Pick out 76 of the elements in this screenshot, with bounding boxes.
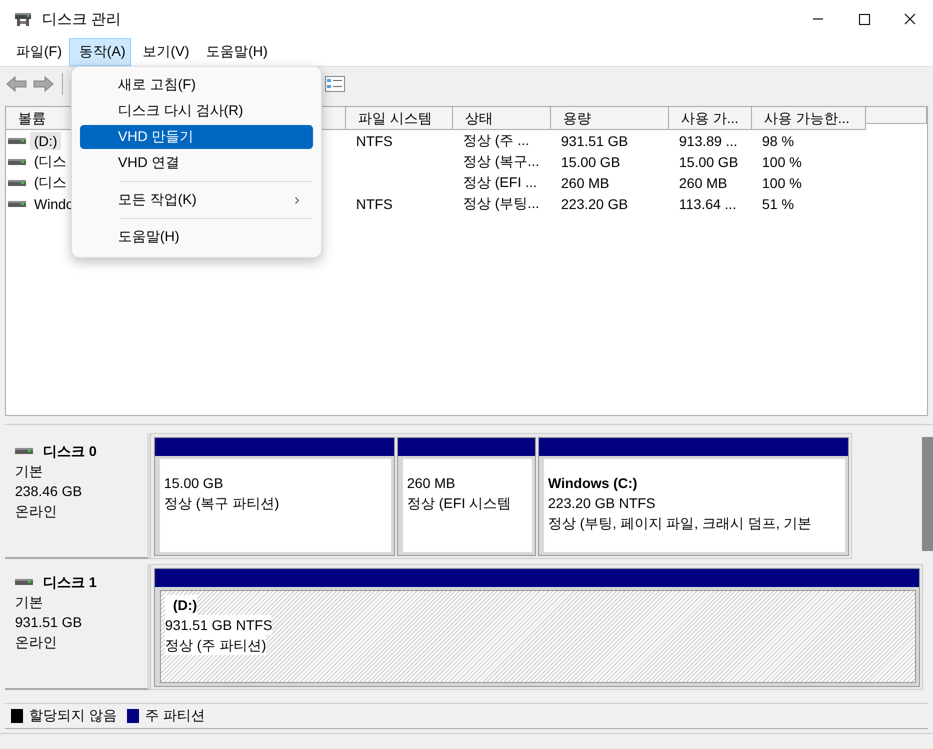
- partition-status: 정상 (EFI 시스템: [407, 494, 512, 513]
- partition-label: (D:): [165, 595, 198, 615]
- disk-type: 기본: [15, 593, 44, 612]
- drive-icon: [8, 200, 26, 208]
- column-header[interactable]: 상태: [453, 107, 551, 130]
- column-header[interactable]: 파일 시스템: [346, 107, 453, 130]
- partition-label: Windows (C:): [548, 474, 638, 493]
- table-cell-text: 51 %: [761, 196, 795, 212]
- menu-item[interactable]: 도움말(H): [80, 225, 313, 249]
- disk-management-icon: [14, 10, 32, 28]
- menu-item[interactable]: 디스크 다시 검사(R): [80, 99, 313, 123]
- chevron-icon: [295, 196, 299, 204]
- drive-icon: [15, 578, 33, 586]
- table-cell-text: 정상 (EFI ...: [462, 174, 538, 192]
- table-cell-text: 931.51 GB: [560, 132, 629, 148]
- menu-item[interactable]: 파일(F): [6, 38, 67, 66]
- partition-block[interactable]: 15.00 GB 정상 (복구 파티션): [160, 459, 391, 552]
- partition-block[interactable]: Windows (C:) 223.20 GB NTFS 정상 (부팅, 페이지 파일, 크래시 덤프, 기본: [544, 459, 845, 552]
- drive-icon: [15, 447, 33, 455]
- table-cell-text: 260 MB: [560, 174, 610, 190]
- disk-name: 디스크 0: [43, 442, 97, 461]
- partition-status: 정상 (복구 파티션): [164, 494, 280, 513]
- table-cell-text: NTFS: [355, 132, 394, 148]
- disk-label-panel[interactable]: 디스크 1 기본 931.51 GB 온라인: [5, 564, 150, 690]
- properties-icon[interactable]: [325, 76, 345, 92]
- menu-item[interactable]: 보기(V): [132, 38, 194, 66]
- scrollbar-thumb[interactable]: [922, 437, 933, 551]
- partition-block[interactable]: (D:) 931.51 GB NTFS 정상 (주 파티션): [160, 590, 916, 683]
- menu-item[interactable]: 도움말(H): [196, 38, 273, 66]
- table-cell-text: 113.64 ...: [678, 196, 738, 212]
- menu-item[interactable]: 모든 작업(K): [80, 188, 313, 212]
- disk-name: 디스크 1: [43, 573, 97, 592]
- disk-type: 기본: [15, 462, 44, 481]
- disk-status: 온라인: [15, 502, 58, 521]
- column-header[interactable]: 사용 가능한...: [752, 107, 866, 130]
- table-cell-text: 15.00 GB: [560, 154, 622, 170]
- table-cell-text: 15.00 GB: [678, 154, 740, 170]
- drive-icon: [8, 158, 26, 166]
- disk-status: 온라인: [15, 633, 58, 652]
- menu-item[interactable]: VHD 만들기: [80, 125, 313, 149]
- partition-size: 260 MB: [407, 474, 456, 493]
- window-title: 디스크 관리: [42, 10, 122, 28]
- table-cell-text: 223.20 GB: [560, 196, 629, 212]
- drive-icon: [8, 136, 26, 144]
- volume-name[interactable]: (디스: [30, 152, 71, 172]
- legend-label: 할당되지 않음: [29, 707, 117, 725]
- column-header[interactable]: 사용 가...: [669, 107, 752, 130]
- table-cell-text: 100 %: [761, 154, 803, 170]
- column-header[interactable]: [866, 107, 927, 124]
- disk-size: 238.46 GB: [15, 482, 83, 501]
- table-cell-text: 정상 (복구...: [462, 152, 540, 170]
- menu-item[interactable]: 동작(A): [68, 38, 131, 66]
- volume-name[interactable]: (디스: [30, 172, 71, 192]
- partition-status: 정상 (주 파티션): [165, 635, 266, 655]
- partition-size: 931.51 GB NTFS: [165, 615, 272, 635]
- table-cell-text: 913.89 ...: [678, 132, 738, 148]
- partition-size: 223.20 GB NTFS: [548, 494, 656, 513]
- table-cell-text: 정상 (주 ...: [462, 132, 530, 150]
- disk-label-panel[interactable]: 디스크 0 기본 238.46 GB 온라인: [5, 433, 150, 559]
- forward-arrow-icon[interactable]: [32, 75, 54, 93]
- partition-status: 정상 (부팅, 페이지 파일, 크래시 덤프, 기본: [548, 514, 813, 533]
- table-cell-text: 260 MB: [678, 174, 728, 190]
- table-cell-text: 98 %: [761, 132, 795, 148]
- table-cell-text: NTFS: [355, 196, 394, 212]
- back-arrow-icon[interactable]: [6, 75, 28, 93]
- disk-size: 931.51 GB: [15, 613, 83, 632]
- partition-size: 15.00 GB: [164, 474, 224, 493]
- legend-label: 주 파티션: [144, 707, 205, 725]
- drive-icon: [8, 178, 26, 186]
- volume-name[interactable]: (D:): [30, 132, 62, 150]
- table-cell-text: 정상 (부팅...: [462, 194, 540, 212]
- column-header[interactable]: 용량: [551, 107, 669, 130]
- menu-item[interactable]: 새로 고침(F): [80, 73, 313, 97]
- partition-block[interactable]: 260 MB 정상 (EFI 시스템: [403, 459, 532, 552]
- menu-item[interactable]: VHD 연결: [80, 151, 313, 175]
- table-cell-text: 100 %: [761, 174, 803, 190]
